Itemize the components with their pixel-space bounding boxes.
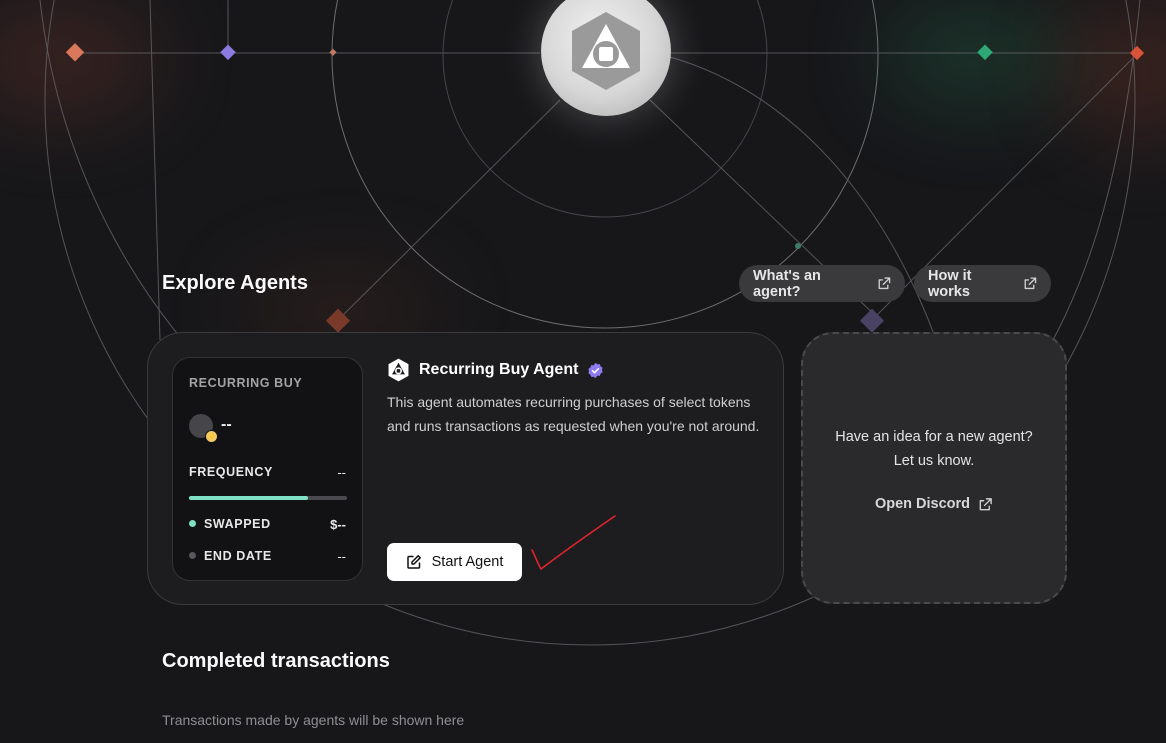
agent-preview-panel: RECURRING BUY ⚡ -- FREQUENCY -- SWAPPED … [172,357,363,581]
end-date-dot [189,552,196,559]
explore-agents-title: Explore Agents [162,272,308,294]
external-link-icon [979,497,992,510]
start-agent-label: Start Agent [431,554,504,570]
token-amount: -- [221,416,232,433]
whats-an-agent-label: What's an agent? [753,267,821,300]
checkmark-annotation-icon [531,515,616,571]
open-discord-link[interactable]: Open Discord [803,496,1065,512]
swapped-value: $-- [330,517,346,532]
lightning-badge-icon: ⚡ [205,430,218,443]
preview-type-label: RECURRING BUY [189,376,303,390]
end-date-value: -- [337,549,346,564]
how-it-works-label: How it works [928,267,972,300]
how-it-works-link[interactable]: How it works [914,265,1051,302]
progress-track [189,496,347,500]
external-link-icon [878,277,890,290]
external-link-icon [1024,277,1036,290]
end-date-label: END DATE [204,549,272,563]
frequency-label: FREQUENCY [189,465,273,479]
agent-name: Recurring Buy Agent [419,361,579,378]
agent-header: Recurring Buy Agent [387,358,604,382]
idea-line-2: Let us know. [893,453,975,469]
hexagon-logo-icon [572,12,640,90]
idea-text: Have an idea for a new agent? Let us kno… [803,425,1065,473]
agent-description: This agent automates recurring purchases… [387,394,760,434]
verified-badge-icon [588,362,604,378]
recurring-buy-agent-card[interactable]: RECURRING BUY ⚡ -- FREQUENCY -- SWAPPED … [147,332,784,605]
idea-line-1: Have an idea for a new agent? [835,429,1033,445]
edit-icon [406,555,421,569]
agent-logo-icon [388,358,409,382]
completed-transactions-title: Completed transactions [162,650,390,672]
swapped-dot [189,520,196,527]
suggest-agent-card: Have an idea for a new agent? Let us kno… [801,332,1067,604]
open-discord-label: Open Discord [874,496,971,512]
frequency-value: -- [337,465,346,480]
empty-transactions-text: Transactions made by agents will be show… [162,712,465,728]
progress-fill [189,496,308,500]
swapped-label: SWAPPED [204,517,271,531]
whats-an-agent-link[interactable]: What's an agent? [739,265,905,302]
start-agent-button[interactable]: Start Agent [387,543,522,581]
